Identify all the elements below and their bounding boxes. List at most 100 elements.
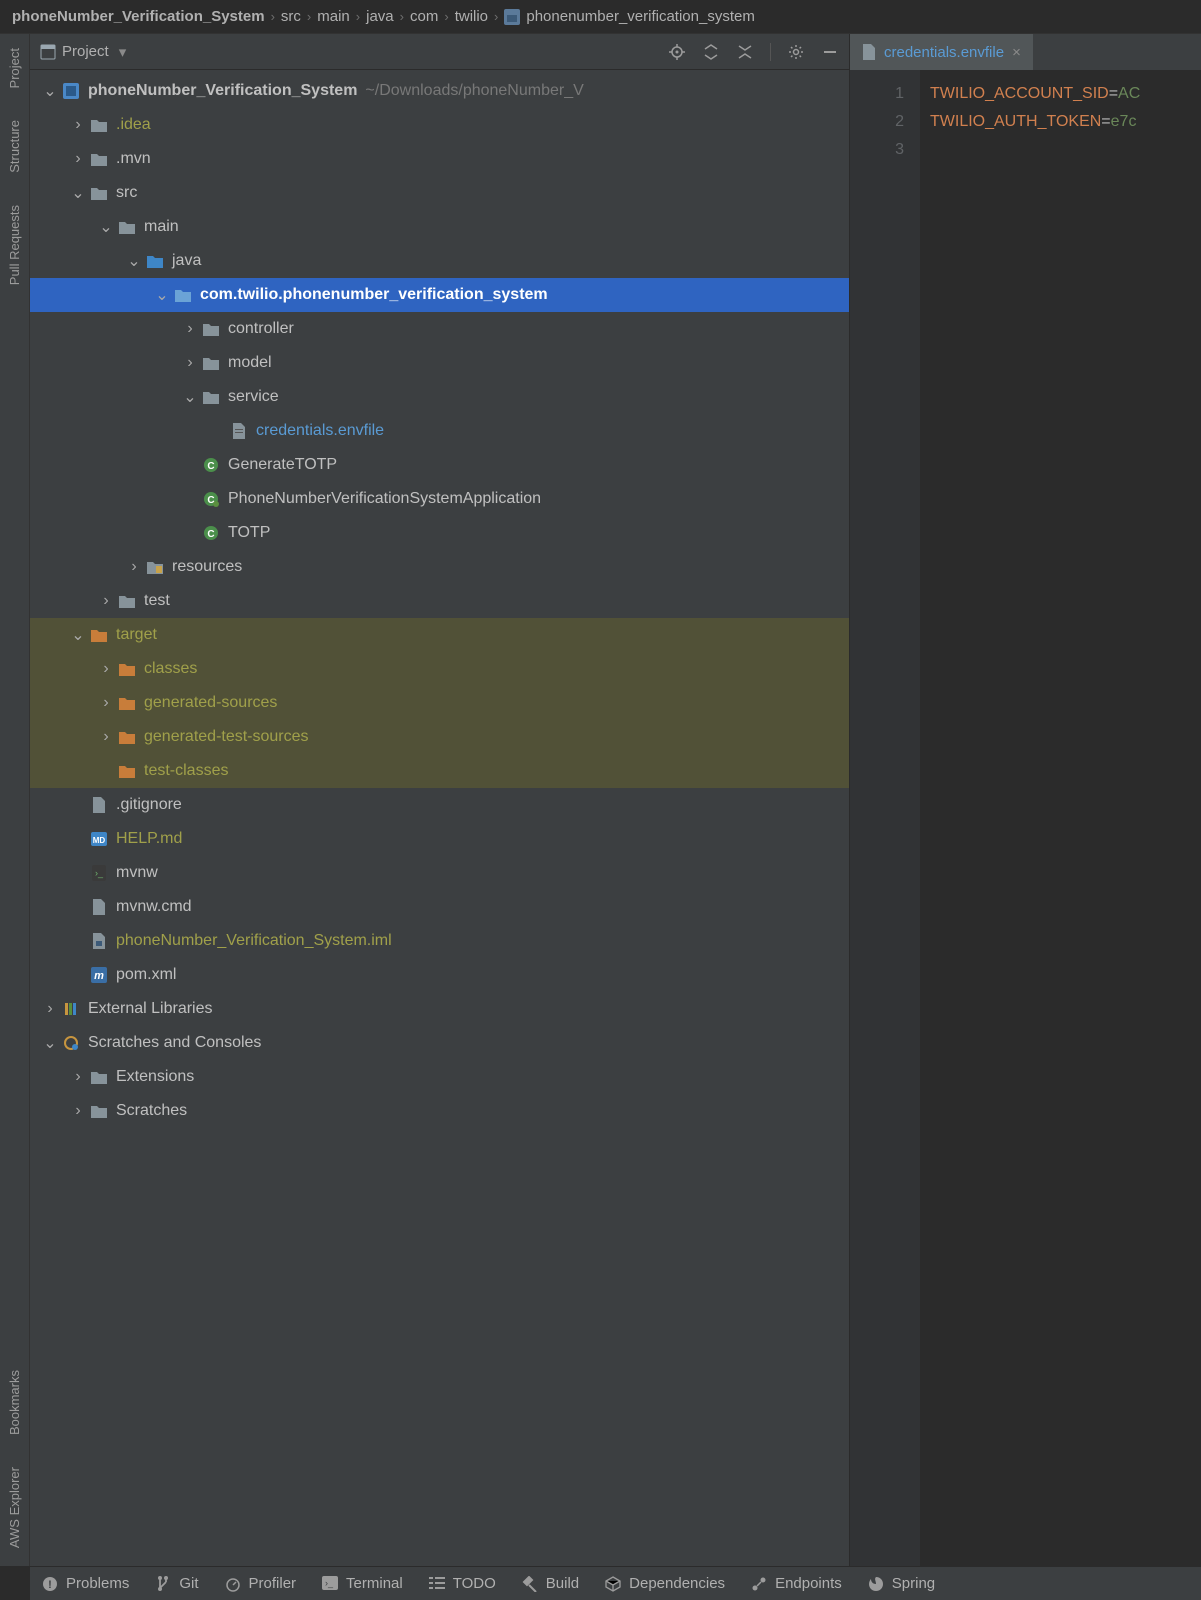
tree-folder-java[interactable]: ⌄java <box>30 244 849 278</box>
chevron-right-icon[interactable]: › <box>42 1000 58 1018</box>
excluded-folder-icon <box>118 694 136 712</box>
collapse-all-icon[interactable] <box>736 43 754 61</box>
tree-file-pom[interactable]: mpom.xml <box>30 958 849 992</box>
line-number-gutter: 1 2 3 <box>850 70 920 1566</box>
excluded-folder-icon <box>118 728 136 746</box>
package-icon <box>202 354 220 372</box>
chevron-right-icon[interactable]: › <box>98 592 114 610</box>
code-content[interactable]: TWILIO_ACCOUNT_SID=AC TWILIO_AUTH_TOKEN=… <box>920 70 1140 1566</box>
crumb-main[interactable]: main <box>317 8 350 25</box>
tool-bookmarks[interactable]: Bookmarks <box>7 1362 22 1443</box>
chevron-right-icon[interactable]: › <box>98 660 114 678</box>
chevron-right-icon[interactable]: › <box>126 558 142 576</box>
svg-text:C: C <box>207 529 214 540</box>
tree-external-libraries[interactable]: ›External Libraries <box>30 992 849 1026</box>
tree-folder-classes[interactable]: ›classes <box>30 652 849 686</box>
spring-boot-icon: C <box>202 490 220 508</box>
chevron-down-icon[interactable]: ⌄ <box>126 251 142 271</box>
tree-folder-gensources[interactable]: ›generated-sources <box>30 686 849 720</box>
tool-todo[interactable]: TODO <box>429 1575 496 1592</box>
tree-file-gitignore[interactable]: .gitignore <box>30 788 849 822</box>
tree-file-iml[interactable]: phoneNumber_Verification_System.iml <box>30 924 849 958</box>
crumb-twilio[interactable]: twilio <box>455 8 488 25</box>
tree-folder-scratches[interactable]: ›Scratches <box>30 1094 849 1128</box>
project-view-label: Project <box>62 43 109 60</box>
folder-icon <box>118 218 136 236</box>
tool-dependencies[interactable]: Dependencies <box>605 1575 725 1592</box>
tree-root[interactable]: ⌄phoneNumber_Verification_System~/Downlo… <box>30 74 849 108</box>
chevron-right-icon[interactable]: › <box>182 320 198 338</box>
chevron-down-icon[interactable]: ⌄ <box>98 217 114 237</box>
crumb-pkg[interactable]: phonenumber_verification_system <box>526 8 754 25</box>
tree-folder-src[interactable]: ⌄src <box>30 176 849 210</box>
breadcrumb[interactable]: phoneNumber_Verification_System › src › … <box>0 0 1201 34</box>
tree-folder-gentestsrc[interactable]: ›generated-test-sources <box>30 720 849 754</box>
chevron-right-icon[interactable]: › <box>70 1102 86 1120</box>
tool-pull-requests[interactable]: Pull Requests <box>7 197 22 293</box>
tree-folder-resources[interactable]: ›resources <box>30 550 849 584</box>
chevron-down-icon[interactable]: ⌄ <box>42 1033 58 1053</box>
project-tree[interactable]: ⌄phoneNumber_Verification_System~/Downlo… <box>30 70 849 1566</box>
tree-folder-target[interactable]: ⌄target <box>30 618 849 652</box>
tree-folder-testclasses[interactable]: test-classes <box>30 754 849 788</box>
chevron-down-icon[interactable]: ⌄ <box>70 183 86 203</box>
tree-class-totp[interactable]: CTOTP <box>30 516 849 550</box>
tree-file-mvnwcmd[interactable]: mvnw.cmd <box>30 890 849 924</box>
tree-class-app[interactable]: CPhoneNumberVerificationSystemApplicatio… <box>30 482 849 516</box>
chevron-right-icon[interactable]: › <box>182 354 198 372</box>
tool-aws-explorer[interactable]: AWS Explorer <box>7 1459 22 1556</box>
tree-file-help[interactable]: MDHELP.md <box>30 822 849 856</box>
tool-structure[interactable]: Structure <box>7 112 22 181</box>
project-view-selector[interactable]: Project ▾ <box>40 43 126 61</box>
env-key: TWILIO_AUTH_TOKEN <box>930 113 1101 130</box>
gear-icon[interactable] <box>787 43 805 61</box>
crumb-com[interactable]: com <box>410 8 438 25</box>
tool-profiler[interactable]: Profiler <box>225 1575 297 1592</box>
tree-class-generatetotp[interactable]: CGenerateTOTP <box>30 448 849 482</box>
line-number: 2 <box>850 108 904 136</box>
excluded-folder-icon <box>90 626 108 644</box>
locate-icon[interactable] <box>668 43 686 61</box>
chevron-down-icon[interactable]: ⌄ <box>154 285 170 305</box>
chevron-right-icon[interactable]: › <box>98 694 114 712</box>
tree-folder-controller[interactable]: ›controller <box>30 312 849 346</box>
tool-problems[interactable]: !Problems <box>42 1575 129 1592</box>
chevron-right-icon[interactable]: › <box>70 150 86 168</box>
tool-git[interactable]: Git <box>155 1575 198 1592</box>
excluded-folder-icon <box>118 762 136 780</box>
minimize-icon[interactable] <box>821 43 839 61</box>
tool-spring[interactable]: Spring <box>868 1575 935 1592</box>
tab-credentials[interactable]: credentials.envfile × <box>850 34 1033 70</box>
chevron-down-icon[interactable]: ⌄ <box>182 387 198 407</box>
expand-all-icon[interactable] <box>702 43 720 61</box>
spring-icon <box>868 1576 884 1592</box>
tree-folder-service[interactable]: ⌄service <box>30 380 849 414</box>
tree-folder-test[interactable]: ›test <box>30 584 849 618</box>
folder-icon <box>90 1068 108 1086</box>
editor-body[interactable]: 1 2 3 TWILIO_ACCOUNT_SID=AC TWILIO_AUTH_… <box>850 70 1201 1566</box>
crumb-src[interactable]: src <box>281 8 301 25</box>
tool-endpoints[interactable]: Endpoints <box>751 1575 842 1592</box>
tree-package-selected[interactable]: ⌄com.twilio.phonenumber_verification_sys… <box>30 278 849 312</box>
tree-folder-idea[interactable]: ›.idea <box>30 108 849 142</box>
crumb-java[interactable]: java <box>366 8 394 25</box>
chevron-right-icon[interactable]: › <box>98 728 114 746</box>
tree-file-credentials[interactable]: credentials.envfile <box>30 414 849 448</box>
markdown-icon: MD <box>90 830 108 848</box>
idea-module-icon <box>90 932 108 950</box>
chevron-right-icon[interactable]: › <box>70 1068 86 1086</box>
tool-build[interactable]: Build <box>522 1575 579 1592</box>
chevron-down-icon[interactable]: ⌄ <box>42 81 58 101</box>
chevron-down-icon[interactable]: ⌄ <box>70 625 86 645</box>
tree-file-mvnw[interactable]: ›_mvnw <box>30 856 849 890</box>
tree-folder-mvn[interactable]: ›.mvn <box>30 142 849 176</box>
crumb-root[interactable]: phoneNumber_Verification_System <box>12 8 265 25</box>
tool-project[interactable]: Project <box>7 40 22 96</box>
tree-folder-extensions[interactable]: ›Extensions <box>30 1060 849 1094</box>
tool-terminal[interactable]: ›_Terminal <box>322 1575 403 1592</box>
tree-scratches-consoles[interactable]: ⌄Scratches and Consoles <box>30 1026 849 1060</box>
tree-folder-main[interactable]: ⌄main <box>30 210 849 244</box>
close-icon[interactable]: × <box>1012 44 1021 61</box>
chevron-right-icon[interactable]: › <box>70 116 86 134</box>
tree-folder-model[interactable]: ›model <box>30 346 849 380</box>
